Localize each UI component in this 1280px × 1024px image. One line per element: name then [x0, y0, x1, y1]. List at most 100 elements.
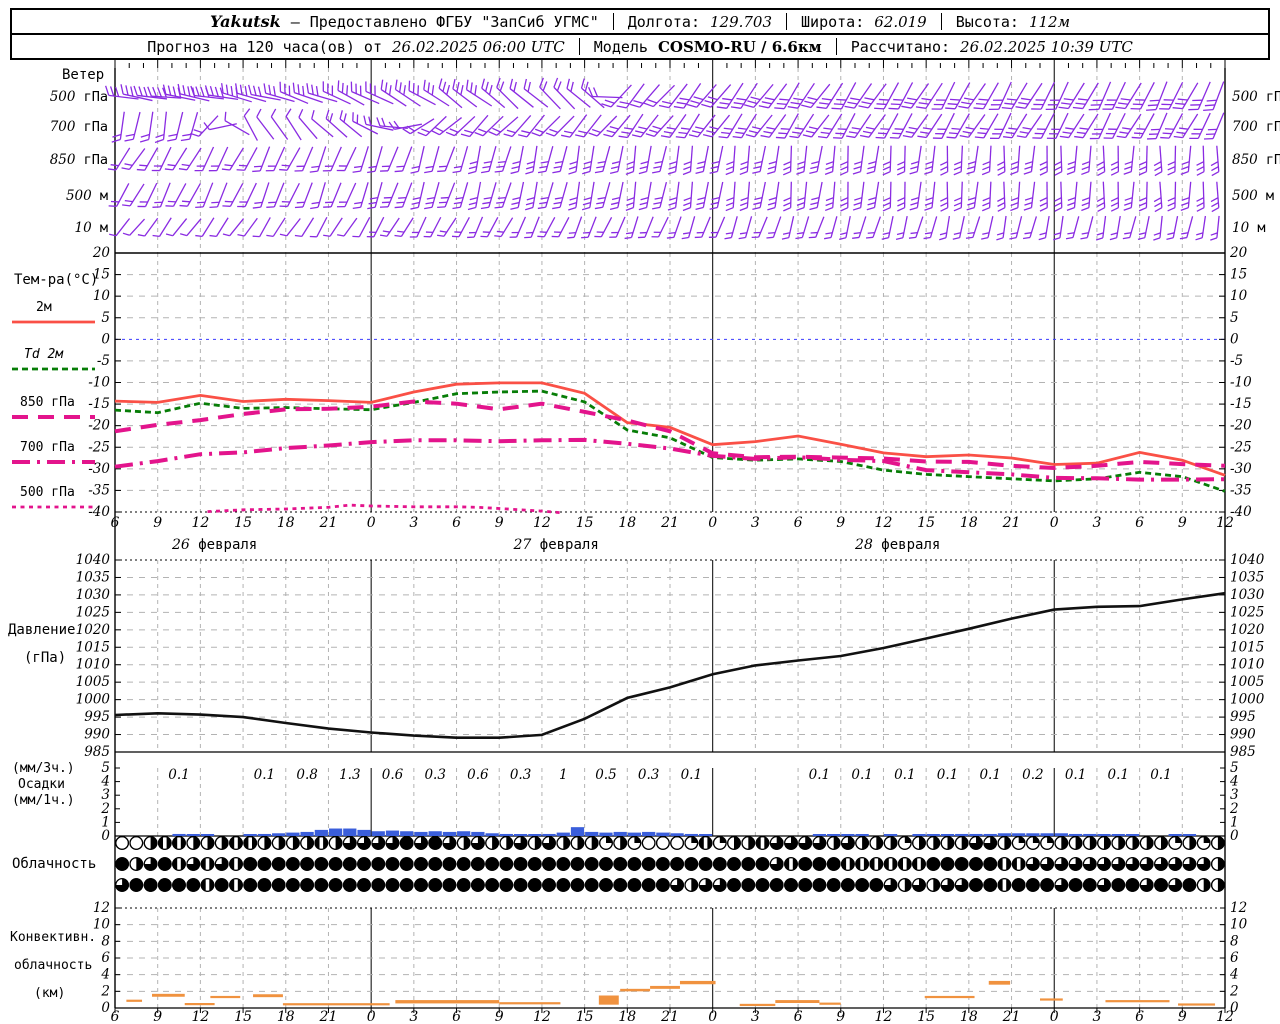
svg-text:4: 4	[100, 967, 110, 983]
svg-text:1025: 1025	[1230, 604, 1264, 620]
svg-text:6: 6	[1230, 950, 1239, 966]
temperature-legend-samples	[12, 320, 95, 509]
svg-text:1010: 1010	[76, 657, 111, 673]
svg-text:995: 995	[1230, 709, 1256, 725]
precip-bars	[172, 827, 1197, 836]
svg-text:1000: 1000	[76, 692, 111, 708]
svg-text:10: 10	[93, 917, 111, 933]
svg-text:-15: -15	[88, 396, 110, 412]
svg-text:0: 0	[101, 828, 110, 844]
svg-text:3: 3	[409, 515, 418, 531]
svg-text:0.6: 0.6	[467, 767, 489, 783]
svg-text:20: 20	[1229, 245, 1248, 261]
svg-text:18: 18	[960, 1009, 978, 1024]
svg-text:-10: -10	[88, 375, 110, 391]
svg-text:0: 0	[1230, 828, 1239, 844]
svg-text:9: 9	[495, 1009, 504, 1024]
svg-text:6: 6	[1135, 1009, 1144, 1024]
svg-text:500 гПа: 500 гПа	[1232, 89, 1280, 105]
temp-series-850 гПа	[114, 399, 1226, 471]
svg-text:12: 12	[191, 515, 209, 531]
svg-text:6: 6	[794, 1009, 803, 1024]
svg-text:0.1: 0.1	[851, 767, 872, 783]
svg-text:12: 12	[1216, 1009, 1234, 1024]
svg-text:5: 5	[101, 310, 110, 326]
svg-text:5: 5	[1230, 310, 1239, 326]
svg-text:18: 18	[960, 515, 978, 531]
svg-text:15: 15	[576, 1009, 594, 1024]
svg-text:985: 985	[1230, 744, 1256, 760]
svg-text:1015: 1015	[1230, 639, 1264, 655]
svg-text:26 февраля: 26 февраля	[171, 537, 257, 553]
svg-text:15: 15	[1230, 267, 1247, 283]
svg-text:9: 9	[153, 515, 162, 531]
svg-text:21: 21	[660, 515, 679, 531]
svg-text:0.2: 0.2	[1022, 767, 1043, 783]
svg-text:10: 10	[93, 288, 111, 304]
wind-barbs-row-3	[108, 181, 1220, 213]
svg-text:850 гПа: 850 гПа	[1232, 152, 1280, 168]
svg-text:15: 15	[917, 1009, 935, 1024]
svg-text:1025: 1025	[76, 604, 110, 620]
svg-text:1: 1	[559, 767, 568, 783]
svg-text:3: 3	[409, 1009, 418, 1024]
svg-text:6: 6	[452, 515, 461, 531]
svg-text:0.1: 0.1	[894, 767, 915, 783]
svg-text:0.1: 0.1	[1108, 767, 1129, 783]
svg-text:0: 0	[1050, 1009, 1059, 1024]
svg-text:21: 21	[319, 515, 338, 531]
svg-text:12: 12	[533, 1009, 551, 1024]
svg-text:9: 9	[1178, 515, 1187, 531]
svg-text:0: 0	[1230, 331, 1239, 347]
svg-text:0: 0	[367, 515, 376, 531]
svg-text:1030: 1030	[1230, 587, 1265, 603]
svg-text:0.3: 0.3	[638, 767, 659, 783]
svg-text:21: 21	[660, 1009, 679, 1024]
svg-text:-35: -35	[1230, 482, 1252, 498]
svg-text:1.3: 1.3	[339, 767, 360, 783]
svg-text:6: 6	[794, 515, 803, 531]
svg-text:12: 12	[1230, 900, 1247, 916]
svg-text:0.1: 0.1	[1065, 767, 1086, 783]
svg-text:-20: -20	[1230, 418, 1252, 434]
svg-text:990: 990	[84, 727, 110, 743]
svg-text:700 гПа: 700 гПа	[50, 119, 108, 135]
svg-text:0.1: 0.1	[809, 767, 830, 783]
svg-text:3: 3	[751, 1009, 760, 1024]
svg-text:0.1: 0.1	[254, 767, 275, 783]
svg-text:15: 15	[917, 515, 935, 531]
svg-text:12: 12	[191, 1009, 209, 1024]
svg-text:-15: -15	[1230, 396, 1252, 412]
svg-text:9: 9	[495, 515, 504, 531]
svg-text:-20: -20	[88, 418, 110, 434]
svg-text:1030: 1030	[76, 587, 111, 603]
svg-text:0.3: 0.3	[424, 767, 445, 783]
svg-text:3: 3	[1092, 515, 1101, 531]
svg-text:-30: -30	[1230, 461, 1252, 477]
svg-text:850 гПа: 850 гПа	[50, 152, 108, 168]
svg-text:-25: -25	[1230, 439, 1252, 455]
meteogram-page: Yakutsk – Предоставлено ФГБУ "ЗапСиб УГМ…	[0, 0, 1280, 1024]
svg-text:6: 6	[111, 1009, 120, 1024]
svg-text:990: 990	[1230, 727, 1256, 743]
svg-text:1000: 1000	[1230, 692, 1265, 708]
svg-text:0.3: 0.3	[510, 767, 531, 783]
svg-text:9: 9	[1178, 1009, 1187, 1024]
svg-text:10 м: 10 м	[1232, 220, 1265, 236]
svg-text:500 м: 500 м	[66, 188, 108, 204]
svg-text:985: 985	[84, 744, 110, 760]
svg-text:1010: 1010	[1230, 657, 1265, 673]
svg-text:0.5: 0.5	[595, 767, 616, 783]
svg-text:18: 18	[277, 1009, 295, 1024]
svg-text:1040: 1040	[76, 552, 111, 568]
svg-text:21: 21	[1002, 1009, 1021, 1024]
svg-text:18: 18	[277, 515, 295, 531]
svg-text:0: 0	[1050, 515, 1059, 531]
svg-text:1005: 1005	[1230, 674, 1264, 690]
svg-text:8: 8	[101, 933, 110, 949]
wind-barbs-row-1	[111, 108, 1225, 144]
svg-text:12: 12	[93, 900, 110, 916]
svg-text:10 м: 10 м	[75, 220, 108, 236]
svg-text:1020: 1020	[1230, 622, 1265, 638]
svg-text:-25: -25	[88, 439, 110, 455]
